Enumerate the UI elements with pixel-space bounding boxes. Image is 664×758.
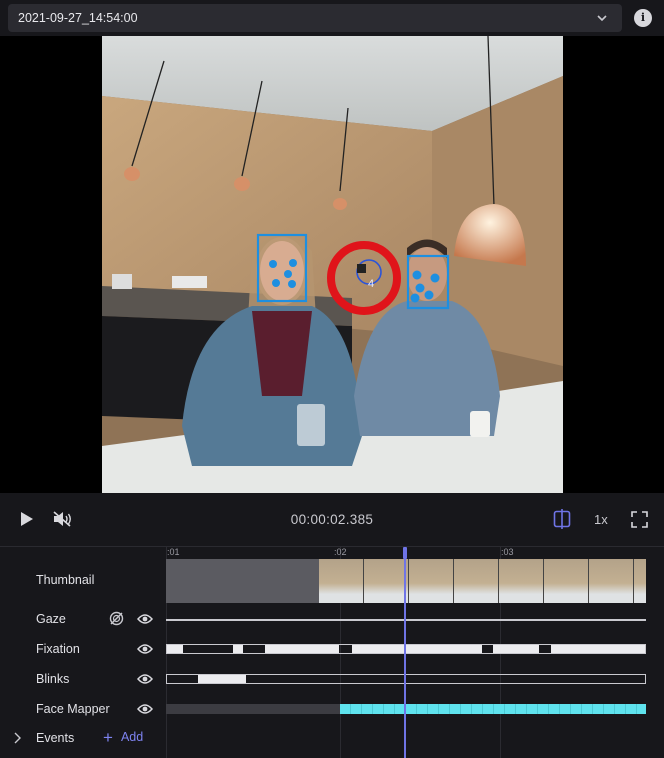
gaze-circle-icon[interactable] (109, 611, 124, 626)
split-view-icon[interactable] (553, 509, 571, 529)
eye-icon[interactable] (137, 673, 153, 685)
playback-speed[interactable]: 1x (594, 512, 608, 527)
blinks-track[interactable] (166, 674, 646, 684)
scene-image (102, 36, 563, 493)
fixation-segment (551, 645, 645, 653)
timeline-tick: :02 (334, 547, 347, 557)
fullscreen-icon[interactable] (631, 511, 648, 528)
fixation-segment (167, 645, 183, 653)
fixation-segment (233, 645, 243, 653)
timeline-tick: :03 (501, 547, 514, 557)
recording-select[interactable]: 2021-09-27_14:54:00 (8, 4, 622, 32)
thumbnail-frame (364, 559, 409, 603)
row-label-events: Events (36, 731, 75, 745)
add-event-label: Add (120, 730, 144, 744)
top-bar: 2021-09-27_14:54:00 i (0, 0, 664, 36)
chevron-right-icon[interactable] (13, 732, 21, 744)
gaze-track[interactable] (166, 619, 646, 621)
timeline-playhead[interactable] (404, 547, 406, 758)
thumbnail-frame (409, 559, 454, 603)
fixation-id-label: 4 (368, 278, 375, 290)
recording-select-value: 2021-09-27_14:54:00 (18, 11, 138, 25)
add-event-button[interactable]: + Add (103, 728, 143, 746)
fixation-segment (352, 645, 482, 653)
thumbnail-strip (319, 559, 646, 603)
chevron-down-icon (597, 15, 607, 22)
thumbnail-frame (454, 559, 499, 603)
eye-icon[interactable] (137, 643, 153, 655)
thumbnail-frame (319, 559, 364, 603)
row-label-thumbnail: Thumbnail (36, 573, 95, 587)
blink-segment (198, 675, 246, 683)
eye-icon[interactable] (137, 703, 153, 715)
timeline-tick: :01 (167, 547, 180, 557)
face-mapper-track[interactable] (166, 704, 646, 714)
thumbnail-frame (499, 559, 544, 603)
thumbnail-track[interactable] (166, 559, 646, 603)
fixation-segment (493, 645, 539, 653)
face-mapper-segment (340, 704, 646, 714)
thumbnail-frame (634, 559, 646, 603)
plus-icon: + (103, 727, 113, 747)
timeline-panel: :01 :02 :03 Thumbnail Gaze Fixation Blin… (0, 547, 664, 758)
scene-video[interactable]: 4 (102, 36, 563, 493)
video-stage: 4 (0, 36, 664, 493)
row-label-face-mapper: Face Mapper (36, 702, 110, 716)
row-label-blinks: Blinks (36, 672, 70, 686)
row-label-fixation: Fixation (36, 642, 80, 656)
row-label-gaze: Gaze (36, 612, 66, 626)
eye-icon[interactable] (137, 613, 153, 625)
info-icon[interactable]: i (634, 9, 652, 27)
fixation-segment (265, 645, 339, 653)
thumbnail-frame (544, 559, 589, 603)
thumbnail-frame (589, 559, 634, 603)
fixation-track[interactable] (166, 644, 646, 654)
player-controls: 00:00:02.385 1x (0, 493, 664, 547)
timeline-playhead-handle[interactable] (403, 547, 407, 559)
